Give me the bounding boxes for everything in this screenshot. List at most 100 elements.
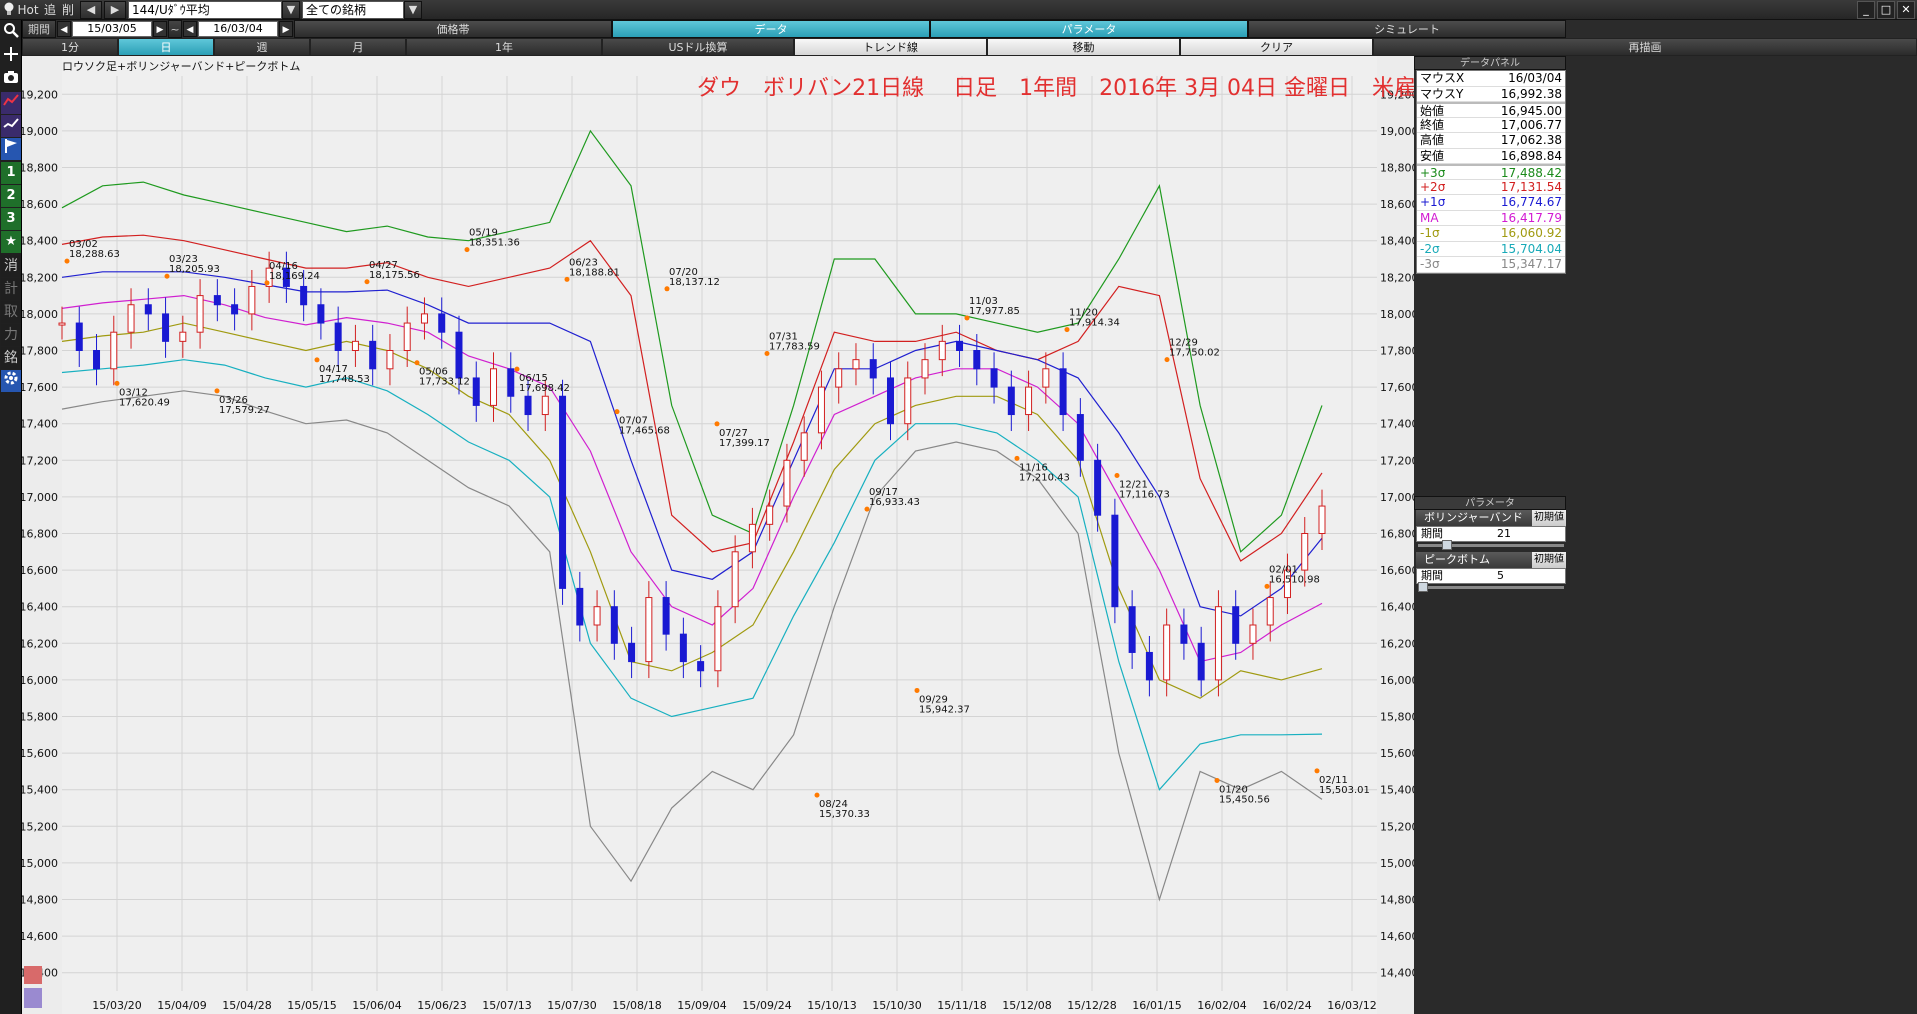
timeframe-month-button[interactable]: 月 [310,38,406,56]
candle-body [334,322,342,351]
data-panel-value: 15,704.04 [1500,241,1562,256]
peak-marker [614,409,620,415]
preset-3-button[interactable]: 3 [1,208,21,230]
y-tick-label-left: 17,800 [22,345,58,358]
data-panel-key: マウスY [1420,86,1464,101]
tab-data[interactable]: データ [612,20,930,38]
tab-parameter[interactable]: パラメータ [930,20,1248,38]
filter-dropdown-icon[interactable]: ▼ [404,1,422,19]
slider-thumb[interactable] [1418,582,1428,592]
date-from-next-button[interactable]: ▶ [153,21,167,37]
redraw-button[interactable]: 再描画 [1373,38,1917,56]
timeframe-week-button[interactable]: 週 [214,38,310,56]
gear-icon[interactable] [1,370,21,392]
usd-convert-button[interactable]: USドル換算 [602,38,794,56]
bollinger-reset-button[interactable]: 初期値 [1532,510,1566,526]
bollinger-period-slider[interactable] [1418,540,1564,550]
candle-body [1111,514,1119,608]
hot-button[interactable]: Hot [17,1,39,19]
data-panel-value: 17,062.38 [1500,133,1562,147]
y-tick-label-right: 15,000 [1380,857,1414,870]
clear-button[interactable]: クリア [1180,38,1373,56]
data-panel-value: 17,131.54 [1500,179,1562,194]
tab-simulate[interactable]: シミュレート [1248,20,1566,38]
slider-thumb[interactable] [1442,540,1453,550]
x-tick-label: 15/08/18 [612,999,661,1012]
preset-2-button[interactable]: 2 [1,185,21,207]
symbol-select[interactable]: 144/Uﾀﾞｳ平均 [128,1,282,19]
peak-period-slider[interactable] [1418,582,1564,592]
next-symbol-button[interactable]: ▶ [104,1,126,19]
candle-body [1214,606,1222,681]
minimize-icon[interactable]: _ [1857,1,1875,19]
trendline-button[interactable]: トレンド線 [794,38,987,56]
fetch-button[interactable]: 取 [1,301,21,323]
y-tick-label-right: 15,600 [1380,747,1414,760]
line-chart-icon[interactable] [1,92,21,114]
timeframe-toolbar: 1分 日 週 月 1年 USドル換算 トレンド線 移動 クリア 再描画 [22,38,1917,56]
preset-1-button[interactable]: 1 [1,162,21,184]
prev-symbol-button[interactable]: ◀ [80,1,102,19]
param-panel-title: パラメータ [1414,496,1566,510]
y-tick-label-right: 15,400 [1380,784,1414,797]
y-tick-label-right: 18,000 [1380,308,1414,321]
date-from-field[interactable]: 15/03/05 [72,21,152,37]
delete-button[interactable]: 削 [60,1,76,19]
maximize-icon[interactable]: □ [1877,1,1895,19]
date-from-prev-button[interactable]: ◀ [57,21,71,37]
peak-value-label: 17,750.02 [1169,348,1220,359]
y-tick-label-left: 16,600 [22,564,58,577]
candle-body [1249,624,1257,644]
range-1year-button[interactable]: 1年 [406,38,602,56]
chart-title: ダウ ボリバン21日線 日足 1年間 2016年 3月 04日 金曜日 米雇用統… [697,76,1505,101]
erase-button[interactable]: 消 [1,255,21,277]
flag-icon[interactable] [1,138,21,160]
peak-value-label: 18,351.36 [469,238,520,249]
peak-value-label: 17,698.42 [519,383,570,394]
calc-button[interactable]: 計 [1,278,21,300]
date-to-field[interactable]: 16/03/04 [198,21,278,37]
candle-body [731,551,739,608]
data-panel-row: マウスX 16/03/04 [1417,71,1565,87]
date-to-prev-button[interactable]: ◀ [183,21,197,37]
data-panel-value: 16,060.92 [1500,226,1562,240]
timeframe-1min-button[interactable]: 1分 [22,38,118,56]
favorite-star-button[interactable]: ★ [1,231,21,253]
data-panel-row: マウスY 16,992.38 [1417,86,1565,102]
candlestick-chart[interactable]: 19,20019,20019,00019,00018,80018,80018,6… [22,56,1414,1014]
candle-body [1318,505,1326,534]
period-tab-bar: 期間 ◀ 15/03/05 ▶ ~ ◀ 16/03/04 ▶ 価格帯 データ パ… [22,20,1917,38]
candle-body [1266,597,1274,626]
date-to-next-button[interactable]: ▶ [279,21,293,37]
peak-value-label: 17,733.12 [419,377,470,388]
tab-price-band[interactable]: 価格帯 [294,20,612,38]
input-button[interactable]: 力 [1,324,21,346]
move-button[interactable]: 移動 [987,38,1180,56]
peak-header: ピークボトム 初期値 [1416,552,1566,568]
peak-period-value[interactable]: 5 [1497,569,1504,583]
add-button[interactable]: 追 [42,1,58,19]
y-tick-label-right: 16,400 [1380,601,1414,614]
peak-marker [514,366,520,372]
chart-area[interactable]: 19,20019,20019,00019,00018,80018,80018,6… [22,56,1504,1014]
candle-body [990,368,998,388]
filter-select[interactable]: 全ての銘柄 [302,1,404,19]
candle-body [455,331,463,379]
crosshair-icon[interactable] [1,46,21,68]
peak-value-label: 18,169.24 [269,271,320,282]
stock-button[interactable]: 銘 [1,347,21,369]
close-icon[interactable]: ✕ [1897,1,1915,19]
indicator-icon[interactable] [1,115,21,137]
search-icon[interactable] [1,22,21,44]
bollinger-period-value[interactable]: 21 [1497,527,1511,541]
symbol-dropdown-icon[interactable]: ▼ [282,1,300,19]
timeframe-day-button[interactable]: 日 [118,38,214,56]
x-tick-label: 15/04/28 [222,999,271,1012]
candle-body [248,285,256,315]
candle-body [507,368,515,397]
title-bar: Hot 追 削 ◀ ▶ 144/Uﾀﾞｳ平均 ▼ 全ての銘柄 ▼ _ □ ✕ [0,0,1917,20]
camera-icon[interactable] [1,69,21,91]
peak-reset-button[interactable]: 初期値 [1532,552,1566,568]
y-tick-label-right: 14,600 [1380,930,1414,943]
app-icon[interactable] [2,1,16,19]
